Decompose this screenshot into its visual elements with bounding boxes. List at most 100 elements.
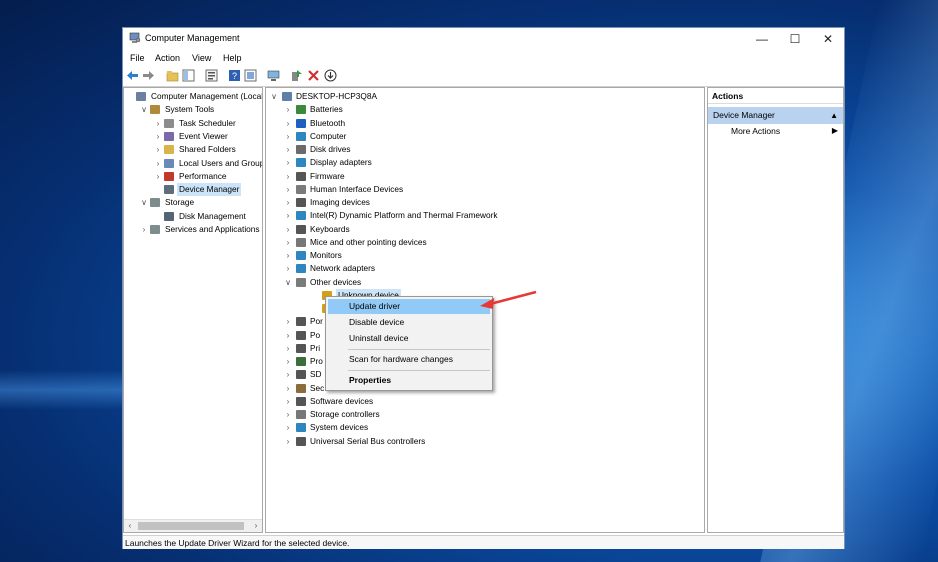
scroll-right-icon[interactable]: › xyxy=(250,520,262,532)
menu-item-properties[interactable]: Properties xyxy=(328,373,490,388)
submenu-arrow-icon: ▶ xyxy=(831,126,838,135)
expand-arrow-icon[interactable]: › xyxy=(154,157,162,170)
svg-text:?: ? xyxy=(232,71,237,81)
tree-node-storage[interactable]: ∨ Storage xyxy=(124,196,262,209)
expand-arrow-icon[interactable]: ∨ xyxy=(284,276,292,289)
actions-section-device-manager[interactable]: Device Manager ▲ xyxy=(708,107,843,124)
expand-arrow-icon[interactable]: › xyxy=(284,408,292,421)
expand-arrow-icon[interactable]: › xyxy=(154,130,162,143)
expand-arrow-icon[interactable]: › xyxy=(284,421,292,434)
expand-arrow-icon[interactable]: › xyxy=(284,143,292,156)
tree-node-disk-management[interactable]: Disk Management xyxy=(124,210,262,223)
tools-icon xyxy=(150,105,160,115)
expand-arrow-icon[interactable]: › xyxy=(284,382,292,395)
performance-icon xyxy=(164,171,174,181)
expand-arrow-icon[interactable]: › xyxy=(140,223,148,236)
disk-management-icon xyxy=(164,211,174,221)
device-label: Batteries xyxy=(310,104,343,115)
computer-management-app-icon xyxy=(129,32,141,43)
tree-node-local-users-and-groups[interactable]: › Local Users and Groups xyxy=(124,157,262,170)
expand-arrow-icon[interactable]: › xyxy=(154,117,162,130)
device-label: Firmware xyxy=(310,170,345,181)
device-label: Mice and other pointing devices xyxy=(310,236,427,247)
menu-view[interactable]: View xyxy=(192,53,211,63)
expand-arrow-icon[interactable]: ∨ xyxy=(140,103,148,116)
expand-arrow-icon[interactable]: › xyxy=(284,329,292,342)
forward-arrow-icon[interactable] xyxy=(142,69,155,82)
scroll-thumb[interactable] xyxy=(138,522,244,530)
hid-icon xyxy=(296,184,306,194)
more-actions-item[interactable]: More Actions xyxy=(731,126,780,136)
tree-node-device-manager[interactable]: Device Manager xyxy=(124,183,262,197)
expand-arrow-icon[interactable]: › xyxy=(154,143,162,156)
security-device-icon xyxy=(296,383,306,393)
tree-node-label: Storage xyxy=(165,197,195,208)
expand-arrow-icon[interactable]: › xyxy=(284,342,292,355)
update-driver-icon[interactable] xyxy=(290,69,303,82)
device-label: Storage controllers xyxy=(310,409,380,419)
tree-node-performance[interactable]: › Performance xyxy=(124,170,262,183)
expand-arrow-icon[interactable]: › xyxy=(284,196,292,209)
expand-arrow-icon[interactable]: › xyxy=(284,315,292,328)
tree-node-label: Services and Applications xyxy=(165,224,260,234)
expand-arrow-icon[interactable]: › xyxy=(284,130,292,143)
help-icon[interactable]: ? xyxy=(228,69,241,82)
tree-node-label: Device Manager xyxy=(177,183,242,197)
tree-node-task-scheduler[interactable]: › Task Scheduler xyxy=(124,117,262,130)
network-adapter-icon xyxy=(296,264,306,274)
expand-arrow-icon[interactable]: › xyxy=(284,209,292,222)
expand-arrow-icon[interactable]: › xyxy=(154,170,162,183)
expand-arrow-icon[interactable]: › xyxy=(284,355,292,368)
actions-pane: Actions Device Manager ▲ More Actions ▶ xyxy=(707,87,844,533)
show-hide-tree-icon[interactable] xyxy=(182,69,195,82)
properties-icon[interactable] xyxy=(205,69,218,82)
menu-file[interactable]: File xyxy=(130,53,145,63)
menu-action[interactable]: Action xyxy=(155,53,180,63)
scan-hardware-icon[interactable] xyxy=(267,69,280,82)
tree-node-system-tools[interactable]: ∨ System Tools xyxy=(124,103,262,116)
device-label: Pro xyxy=(310,356,323,366)
maximize-button[interactable]: ☐ xyxy=(778,28,812,50)
expand-arrow-icon[interactable]: › xyxy=(284,156,292,169)
view-icon[interactable] xyxy=(244,69,257,82)
device-label: Imaging devices xyxy=(310,197,370,207)
processor-icon xyxy=(296,357,306,366)
up-folder-icon[interactable] xyxy=(166,69,179,82)
tree-node-computer-management-local[interactable]: Computer Management (Local xyxy=(124,90,262,103)
expand-arrow-icon[interactable]: › xyxy=(284,170,292,183)
tree-node-label: Disk Management xyxy=(179,210,246,221)
event-viewer-icon xyxy=(164,131,174,141)
expand-arrow-icon[interactable]: › xyxy=(284,236,292,249)
tree-node-services-and-applications[interactable]: › Services and Applications xyxy=(124,223,262,236)
expand-arrow-icon[interactable]: › xyxy=(284,183,292,196)
menu-help[interactable]: Help xyxy=(223,53,242,63)
close-button[interactable]: ✕ xyxy=(811,28,845,50)
menu-item-scan-hardware[interactable]: Scan for hardware changes xyxy=(328,352,490,367)
back-arrow-icon[interactable] xyxy=(126,69,139,82)
collapse-caret-icon[interactable]: ▲ xyxy=(830,107,838,124)
monitor-icon xyxy=(296,251,306,260)
menu-item-update-driver[interactable]: Update driver xyxy=(328,299,490,314)
expand-arrow-icon[interactable]: › xyxy=(284,223,292,236)
expand-arrow-icon[interactable]: › xyxy=(284,395,292,408)
tree-node-shared-folders[interactable]: › Shared Folders xyxy=(124,143,262,156)
menu-item-disable-device[interactable]: Disable device xyxy=(328,315,490,330)
expand-arrow-icon[interactable]: › xyxy=(284,103,292,116)
horizontal-scrollbar[interactable]: ‹ › xyxy=(124,519,262,532)
menu-item-uninstall-device[interactable]: Uninstall device xyxy=(328,331,490,346)
expand-arrow-icon[interactable]: › xyxy=(284,117,292,130)
expand-arrow-icon[interactable]: › xyxy=(284,368,292,381)
expand-arrow-icon[interactable]: ∨ xyxy=(140,196,148,209)
scroll-left-icon[interactable]: ‹ xyxy=(124,520,136,532)
tree-node-event-viewer[interactable]: › Event Viewer xyxy=(124,130,262,143)
minimize-button[interactable]: — xyxy=(745,28,779,50)
expand-arrow-icon[interactable]: › xyxy=(284,262,292,275)
disable-device-icon[interactable] xyxy=(324,69,337,82)
device-label: SD xyxy=(310,369,322,380)
expand-arrow-icon[interactable]: › xyxy=(284,435,292,448)
display-adapter-icon xyxy=(296,158,306,168)
expand-arrow-icon[interactable]: › xyxy=(284,249,292,262)
uninstall-icon[interactable] xyxy=(307,69,320,82)
expand-arrow-icon[interactable]: ∨ xyxy=(270,90,278,103)
tree-node-label: Event Viewer xyxy=(179,130,228,141)
